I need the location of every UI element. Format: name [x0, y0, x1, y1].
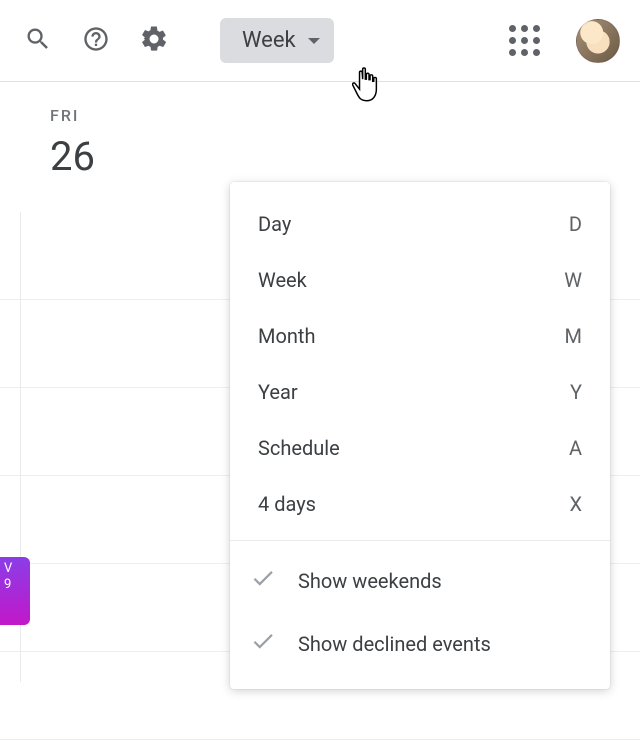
- view-selector-label: Week: [242, 28, 296, 53]
- menu-item-schedule[interactable]: Schedule A: [230, 420, 610, 476]
- search-button[interactable]: [16, 19, 60, 63]
- view-selector-button[interactable]: Week: [220, 18, 334, 63]
- day-header: FRI 26: [0, 82, 230, 180]
- menu-toggle-weekends[interactable]: Show weekends: [230, 549, 610, 612]
- menu-item-shortcut: D: [569, 212, 582, 236]
- menu-item-label: Year: [258, 380, 298, 404]
- day-name: FRI: [50, 106, 230, 125]
- menu-item-label: Month: [258, 324, 315, 348]
- calendar-event[interactable]: V 9: [0, 557, 30, 625]
- toolbar: Week: [0, 0, 640, 81]
- help-icon: [82, 25, 110, 57]
- day-number: 26: [50, 133, 230, 180]
- apps-button[interactable]: [502, 19, 546, 63]
- menu-item-month[interactable]: Month M: [230, 308, 610, 364]
- view-dropdown-menu: Day D Week W Month M Year Y Schedule A 4…: [230, 182, 610, 689]
- menu-item-day[interactable]: Day D: [230, 196, 610, 252]
- menu-item-label: Week: [258, 268, 307, 292]
- menu-item-shortcut: X: [569, 492, 582, 516]
- apps-icon: [509, 25, 540, 56]
- event-title: V: [4, 561, 28, 577]
- settings-button[interactable]: [132, 19, 176, 63]
- menu-item-week[interactable]: Week W: [230, 252, 610, 308]
- menu-item-shortcut: A: [569, 436, 582, 460]
- menu-item-label: Schedule: [258, 436, 340, 460]
- menu-item-4days[interactable]: 4 days X: [230, 476, 610, 532]
- check-icon: [250, 565, 276, 596]
- calendar-area: FRI 26 V 9 Day D Week W Month M Year Y: [0, 82, 640, 682]
- menu-toggle-label: Show weekends: [298, 569, 442, 593]
- gear-icon: [139, 24, 169, 58]
- menu-separator: [230, 540, 610, 541]
- menu-item-label: 4 days: [258, 492, 316, 516]
- menu-toggle-declined[interactable]: Show declined events: [230, 612, 610, 675]
- check-icon: [250, 628, 276, 659]
- menu-toggle-label: Show declined events: [298, 632, 491, 656]
- search-icon: [24, 25, 52, 57]
- event-time: 9: [4, 577, 28, 593]
- menu-item-year[interactable]: Year Y: [230, 364, 610, 420]
- menu-item-shortcut: Y: [570, 380, 582, 404]
- menu-item-shortcut: W: [564, 268, 582, 292]
- chevron-down-icon: [308, 38, 320, 44]
- help-button[interactable]: [74, 19, 118, 63]
- menu-item-shortcut: M: [565, 324, 582, 348]
- menu-item-label: Day: [258, 212, 291, 236]
- account-avatar[interactable]: [576, 19, 620, 63]
